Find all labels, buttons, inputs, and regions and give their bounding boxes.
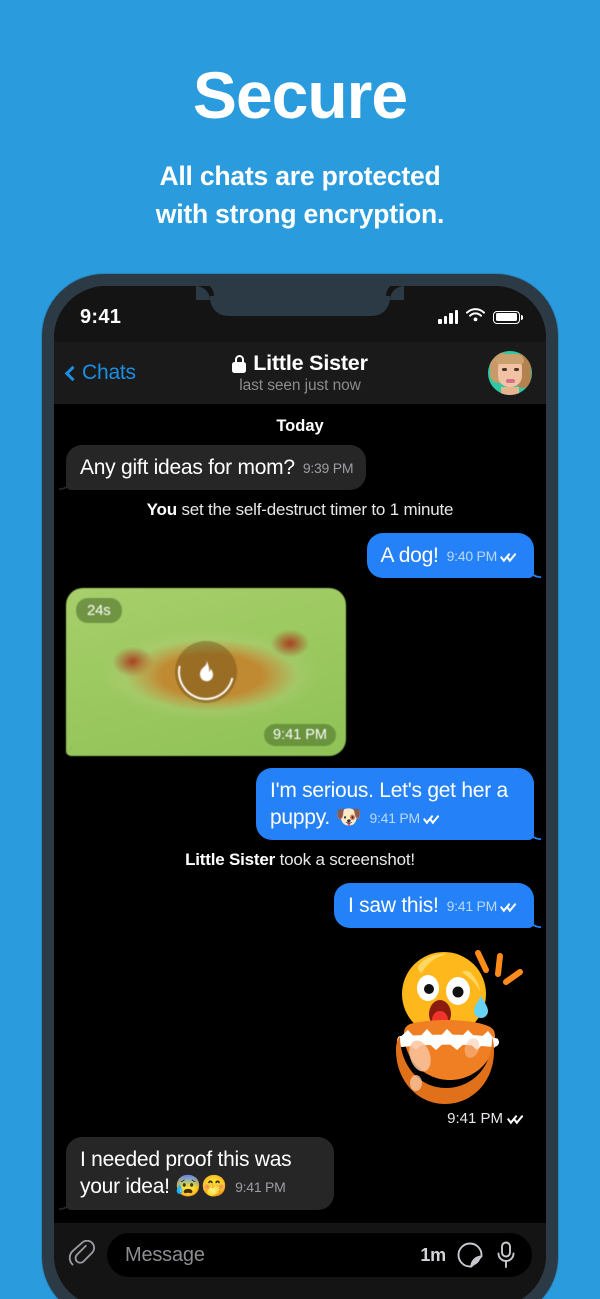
- peer-status: last seen just now: [239, 377, 361, 394]
- status-bar-time: 9:41: [80, 305, 122, 328]
- message-row: 24s 9:41 PM: [66, 588, 534, 757]
- ttl-badge: 24s: [76, 598, 122, 624]
- message-text: Any gift ideas for mom?: [80, 456, 295, 479]
- cellular-bars-icon: [438, 310, 458, 324]
- microphone-icon[interactable]: [494, 1240, 518, 1270]
- back-button[interactable]: Chats: [64, 361, 136, 385]
- message-time: 9:40 PM: [446, 548, 498, 565]
- promo-subtitle-line-2: with strong encryption.: [155, 198, 445, 229]
- message-row: [66, 938, 534, 1110]
- wifi-icon: [466, 307, 485, 327]
- message-time: 9:39 PM: [302, 460, 354, 476]
- day-separator: Today: [276, 417, 324, 435]
- message-time: 9:41 PM: [264, 724, 336, 747]
- flame-timer-icon: [167, 633, 245, 711]
- service-message: Little Sister took a screenshot!: [66, 850, 534, 870]
- message-bubble-outgoing[interactable]: I saw this! 9:41 PM: [333, 883, 534, 929]
- chat-header: Chats Little Sister last seen just now: [54, 342, 546, 404]
- message-time: 9:41 PM: [447, 1110, 503, 1128]
- message-meta: 9:41 PM: [369, 809, 443, 827]
- back-button-label: Chats: [82, 361, 136, 384]
- chevron-left-icon: [64, 365, 81, 381]
- message-time: 9:41 PM: [446, 898, 498, 915]
- phone-mockup: 9:41 Chats Little Sister last seen just …: [42, 274, 558, 1299]
- service-actor: You: [146, 500, 177, 520]
- page-title: Secure: [192, 58, 408, 132]
- double-check-icon: [500, 549, 521, 563]
- promo-text-block: Secure All chats are protected with stro…: [0, 0, 600, 233]
- ttl-button[interactable]: 1m: [420, 1245, 446, 1266]
- service-message: You set the self-destruct timer to 1 min…: [66, 500, 534, 520]
- message-bubble-outgoing[interactable]: A dog! 9:40 PM: [366, 533, 534, 579]
- service-text: took a screenshot!: [275, 850, 416, 870]
- message-composer: Message 1m: [54, 1223, 546, 1299]
- status-bar: 9:41: [54, 286, 546, 342]
- service-text: set the self-destruct timer to 1 minute: [176, 500, 454, 520]
- message-bubble-incoming[interactable]: I needed proof this was your idea! 😰🤭 9:4…: [66, 1137, 334, 1210]
- status-bar-indicators: [438, 307, 523, 327]
- message-input-placeholder: Message: [125, 1243, 205, 1266]
- promo-subtitle: All chats are protected with strong encr…: [0, 128, 600, 233]
- message-meta: 9:41 PM: [66, 1110, 528, 1127]
- promo-page: Secure All chats are protected with stro…: [0, 0, 600, 1299]
- double-check-icon: [422, 811, 444, 825]
- double-check-icon: [507, 1112, 528, 1125]
- message-time: 9:41 PM: [369, 810, 420, 827]
- paperclip-icon[interactable]: [68, 1240, 96, 1270]
- avatar[interactable]: [488, 351, 532, 395]
- phone-notch: [196, 286, 404, 316]
- message-bubble-outgoing[interactable]: I'm serious. Let's get her a puppy. 🐶 9:4…: [256, 768, 534, 841]
- promo-subtitle-line-1: All chats are protected: [159, 161, 441, 191]
- message-bubble-incoming[interactable]: Any gift ideas for mom? 9:39 PM: [66, 445, 367, 491]
- service-actor: Little Sister: [185, 850, 276, 870]
- message-text: I saw this!: [347, 894, 439, 918]
- message-row: I needed proof this was your idea! 😰🤭 9:4…: [66, 1137, 534, 1210]
- message-meta: 9:41 PM: [447, 897, 521, 915]
- phone-screen: 9:41 Chats Little Sister last seen just …: [54, 286, 546, 1299]
- message-row: I saw this! 9:41 PM: [66, 883, 534, 929]
- lock-icon: [232, 354, 247, 373]
- message-row: Any gift ideas for mom? 9:39 PM: [66, 445, 534, 491]
- message-row: A dog! 9:40 PM: [66, 533, 534, 579]
- sticker-icon[interactable]: [457, 1242, 483, 1268]
- message-time: 9:41 PM: [235, 1179, 286, 1196]
- message-meta: 9:40 PM: [447, 547, 521, 565]
- message-row: I'm serious. Let's get her a puppy. 🐶 9:4…: [66, 768, 534, 841]
- shocked-egg-sticker[interactable]: [360, 938, 532, 1110]
- message-input[interactable]: Message 1m: [107, 1233, 532, 1277]
- double-check-icon: [500, 899, 521, 913]
- message-meta: 9:39 PM: [302, 459, 354, 477]
- message-meta: 9:41 PM: [235, 1178, 286, 1196]
- peer-name: Little Sister: [253, 351, 368, 375]
- message-list[interactable]: Today Any gift ideas for mom? 9:39 PM You…: [54, 404, 546, 1223]
- message-text: A dog!: [380, 544, 439, 568]
- peer-name-row: Little Sister: [232, 351, 368, 376]
- self-destruct-photo[interactable]: 24s 9:41 PM: [66, 588, 346, 757]
- battery-full-icon: [493, 310, 523, 324]
